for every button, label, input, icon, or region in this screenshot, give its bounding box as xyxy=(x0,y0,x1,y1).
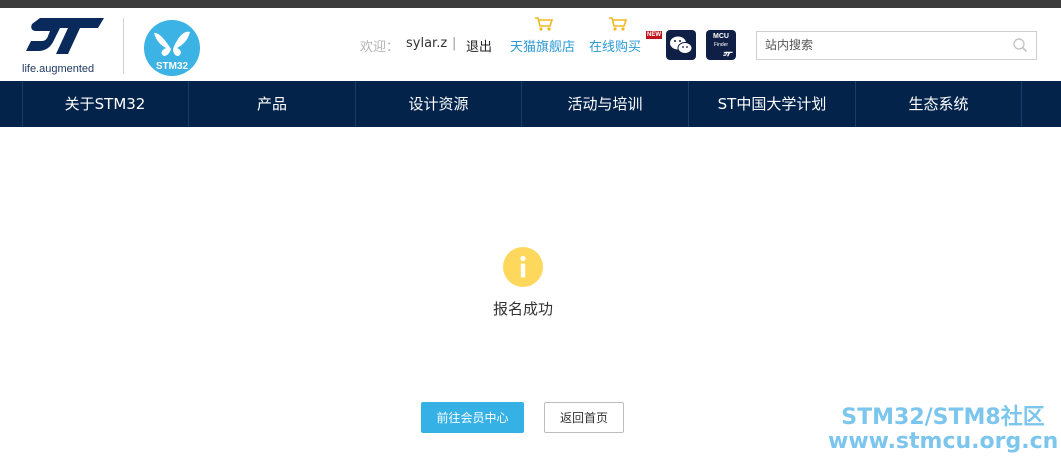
watermark-line2: www.stmcu.org.cn xyxy=(828,429,1059,455)
nav-item-university-program[interactable]: ST中国大学计划 xyxy=(689,81,856,127)
info-icon xyxy=(503,247,543,287)
tmall-store-link[interactable]: 天猫旗舰店 xyxy=(510,36,575,55)
mcu-finder-icon[interactable]: MCU Finder xyxy=(706,30,736,60)
logout-link[interactable]: 退出 xyxy=(466,36,492,55)
main-nav: 关于STM32 产品 设计资源 活动与培训 ST中国大学计划 生态系统 xyxy=(0,81,1061,127)
nav-item-events-training[interactable]: 活动与培训 xyxy=(522,81,689,127)
welcome-label: 欢迎： xyxy=(360,40,400,55)
st-tagline: life.augmented xyxy=(22,63,95,75)
new-badge: NEW xyxy=(646,31,662,39)
site-watermark: STM32/STM8社区 www.stmcu.org.cn xyxy=(828,405,1059,455)
nav-item-design-resources[interactable]: 设计资源 xyxy=(356,81,522,127)
search-input[interactable] xyxy=(765,36,1005,54)
wechat-icon[interactable] xyxy=(666,30,696,60)
success-message: 报名成功 xyxy=(492,300,553,318)
cart-icon xyxy=(609,17,628,31)
st-logo[interactable]: life.augmented xyxy=(22,18,106,78)
username-link[interactable]: sylar.z xyxy=(406,36,447,51)
online-buy-link[interactable]: 在线购买 xyxy=(589,36,641,55)
top-strip xyxy=(0,0,1061,8)
nav-item-about-stm32[interactable]: 关于STM32 xyxy=(22,81,189,127)
site-header: life.augmented STM32 欢迎： sylar.z | 退出 天猫… xyxy=(0,8,1061,81)
watermark-line1: STM32/STM8社区 xyxy=(841,405,1045,430)
nav-item-products[interactable]: 产品 xyxy=(189,81,356,127)
stm32-badge[interactable]: STM32 xyxy=(144,20,200,76)
member-center-button[interactable]: 前往会员中心 xyxy=(421,402,524,433)
separator: | xyxy=(452,36,457,51)
stm32-label: STM32 xyxy=(156,61,189,72)
st-mini-logo-icon xyxy=(723,51,733,57)
mcu-finder-title: MCU xyxy=(713,33,729,40)
search-icon[interactable] xyxy=(1012,37,1028,53)
wechat-glyph-icon xyxy=(670,36,693,54)
butterfly-icon: STM32 xyxy=(144,20,200,76)
back-home-button[interactable]: 返回首页 xyxy=(544,402,624,433)
nav-item-ecosystem[interactable]: 生态系统 xyxy=(856,81,1022,127)
logo-divider xyxy=(123,18,124,74)
search-box xyxy=(756,31,1037,60)
st-logo-icon xyxy=(26,18,104,54)
cart-icon xyxy=(535,17,554,31)
mcu-finder-subtitle: Finder xyxy=(713,42,729,48)
